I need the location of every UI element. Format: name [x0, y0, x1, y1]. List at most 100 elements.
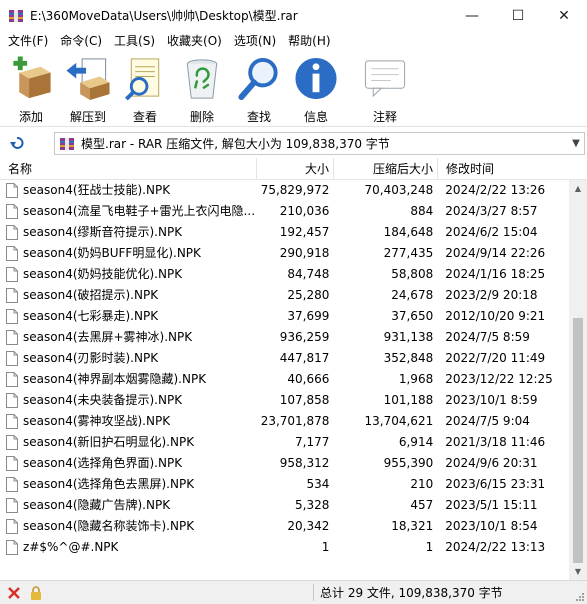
menu-options[interactable]: 选项(N): [228, 31, 282, 51]
file-row[interactable]: season4(缪斯音符提示).NPK 192,457 184,648 2024/6/…: [0, 222, 569, 243]
file-row[interactable]: z#$%^@#.NPK 1 1 2024/2/22 13:13: [0, 537, 569, 558]
file-name-cell[interactable]: season4(选择角色去黑屏).NPK: [0, 474, 257, 495]
file-name-cell[interactable]: season4(选择角色界面).NPK: [0, 453, 257, 474]
delete-icon: [186, 59, 218, 99]
file-row[interactable]: season4(奶妈BUFF明显化).NPK 290,918 277,435 2024…: [0, 243, 569, 264]
comment-button[interactable]: 注释: [358, 51, 412, 125]
resize-grip-icon[interactable]: [575, 592, 585, 602]
up-one-level-button[interactable]: [0, 130, 34, 156]
file-name: season4(隐藏名称装饰卡).NPK: [23, 519, 195, 533]
maximize-button[interactable]: ☐: [495, 0, 541, 31]
column-header-size[interactable]: 大小: [257, 157, 334, 180]
file-row[interactable]: season4(去黑屏+雾神冰).NPK 936,259 931,138 2024/7…: [0, 327, 569, 348]
rar-file-icon: [60, 137, 74, 150]
find-label: 查找: [246, 110, 271, 124]
file-row[interactable]: season4(奶妈技能优化).NPK 84,748 58,808 2024/1/16…: [0, 264, 569, 285]
scroll-up-icon[interactable]: ▲: [569, 180, 587, 197]
chevron-down-icon[interactable]: ▼: [568, 138, 584, 149]
menu-help[interactable]: 帮助(H): [282, 31, 336, 51]
file-name-cell[interactable]: season4(狂战士技能).NPK: [0, 180, 257, 201]
file-icon: [6, 225, 18, 240]
error-icon[interactable]: [6, 585, 22, 601]
lock-icon[interactable]: [28, 585, 44, 601]
file-name-cell[interactable]: season4(隐藏名称装饰卡).NPK: [0, 516, 257, 537]
file-name-cell[interactable]: season4(七彩暴走).NPK: [0, 306, 257, 327]
archive-info-text: 模型.rar - RAR 压缩文件, 解包大小为 109,838,370 字节: [81, 137, 390, 151]
file-size: 5,328: [295, 498, 330, 512]
file-row[interactable]: season4(隐藏名称装饰卡).NPK 20,342 18,321 2023/10/…: [0, 516, 569, 537]
file-row[interactable]: season4(刃影时装).NPK 447,817 352,848 2022/7/20…: [0, 348, 569, 369]
view-button[interactable]: 查看: [118, 51, 172, 125]
file-row[interactable]: season4(破招提示).NPK 25,280 24,678 2023/2/9 20…: [0, 285, 569, 306]
file-name-cell[interactable]: season4(破招提示).NPK: [0, 285, 257, 306]
file-modified: 2023/12/22 12:25: [445, 372, 553, 386]
minimize-button[interactable]: —: [449, 0, 495, 31]
file-size: 534: [306, 477, 330, 491]
file-name-cell[interactable]: season4(缪斯音符提示).NPK: [0, 222, 257, 243]
file-packed-size: 277,435: [383, 246, 434, 260]
file-modified: 2024/2/22 13:13: [445, 540, 546, 554]
file-name-cell[interactable]: season4(流星飞电鞋子+雷光上衣闪电隐...: [0, 201, 257, 222]
vertical-scrollbar[interactable]: ▲ ▼: [569, 180, 587, 580]
file-name-cell[interactable]: season4(去黑屏+雾神冰).NPK: [0, 327, 257, 348]
file-name-cell[interactable]: season4(新旧护石明显化).NPK: [0, 432, 257, 453]
scroll-down-icon[interactable]: ▼: [569, 563, 587, 580]
title-bar: E:\360MoveData\Users\帅帅\Desktop\模型.rar —…: [0, 0, 587, 31]
file-row[interactable]: season4(选择角色界面).NPK 958,312 955,390 2024/9/…: [0, 453, 569, 474]
file-icon: [6, 288, 18, 303]
close-button[interactable]: ✕: [541, 0, 587, 31]
info-icon: [295, 57, 337, 100]
file-row[interactable]: season4(狂战士技能).NPK 75,829,972 70,403,248 20…: [0, 180, 569, 201]
info-button[interactable]: 信息: [289, 51, 343, 125]
file-name-cell[interactable]: season4(刃影时装).NPK: [0, 348, 257, 369]
menu-favorites[interactable]: 收藏夹(O): [161, 31, 228, 51]
file-row[interactable]: season4(新旧护石明显化).NPK 7,177 6,914 2021/3/18 …: [0, 432, 569, 453]
add-button[interactable]: 添加: [4, 51, 58, 125]
file-name-cell[interactable]: z#$%^@#.NPK: [0, 537, 257, 558]
file-row[interactable]: season4(七彩暴走).NPK 37,699 37,650 2012/10/20 …: [0, 306, 569, 327]
minimize-icon: —: [465, 7, 479, 24]
file-row[interactable]: season4(流星飞电鞋子+雷光上衣闪电隐... 210,036 884 2024/…: [0, 201, 569, 222]
file-packed-size: 955,390: [383, 456, 434, 470]
archive-path-field[interactable]: 模型.rar - RAR 压缩文件, 解包大小为 109,838,370 字节 …: [54, 132, 585, 155]
file-row[interactable]: season4(未央装备提示).NPK 107,858 101,188 2023/10…: [0, 390, 569, 411]
file-icon: [6, 540, 18, 555]
file-row[interactable]: season4(隐藏广告牌).NPK 5,328 457 2023/5/1 15:11: [0, 495, 569, 516]
file-name-cell[interactable]: season4(隐藏广告牌).NPK: [0, 495, 257, 516]
file-name-cell[interactable]: season4(未央装备提示).NPK: [0, 390, 257, 411]
file-size: 20,342: [287, 519, 330, 533]
file-packed-size: 13,704,621: [364, 414, 434, 428]
file-modified: 2023/10/1 8:54: [445, 519, 538, 533]
file-packed-size: 931,138: [383, 330, 434, 344]
file-name-cell[interactable]: season4(奶妈BUFF明显化).NPK: [0, 243, 257, 264]
find-button[interactable]: 查找: [232, 51, 286, 125]
file-row[interactable]: season4(选择角色去黑屏).NPK 534 210 2023/6/15 23:3…: [0, 474, 569, 495]
scrollbar-thumb[interactable]: [573, 318, 583, 563]
file-packed-size: 184,648: [383, 225, 434, 239]
file-name-cell[interactable]: season4(神界副本烟雾隐藏).NPK: [0, 369, 257, 390]
file-name-cell[interactable]: season4(奶妈技能优化).NPK: [0, 264, 257, 285]
file-packed-size: 6,914: [398, 435, 434, 449]
menu-bar: 文件(F) 命令(C) 工具(S) 收藏夹(O) 选项(N) 帮助(H): [0, 31, 587, 51]
menu-tools[interactable]: 工具(S): [108, 31, 161, 51]
file-row[interactable]: season4(雾神攻坚战).NPK 23,701,878 13,704,621 20…: [0, 411, 569, 432]
view-label: 查看: [132, 110, 157, 124]
file-modified: 2024/6/2 15:04: [445, 225, 538, 239]
file-name: season4(选择角色界面).NPK: [23, 456, 183, 470]
file-row[interactable]: season4(神界副本烟雾隐藏).NPK 40,666 1,968 2023/12/…: [0, 369, 569, 390]
file-name: season4(隐藏广告牌).NPK: [23, 498, 171, 512]
extract-to-button[interactable]: 解压到: [61, 51, 115, 125]
comment-label: 注释: [372, 110, 397, 124]
file-modified: 2024/3/27 8:57: [445, 204, 538, 218]
delete-button[interactable]: 删除: [175, 51, 229, 125]
file-name-cell[interactable]: season4(雾神攻坚战).NPK: [0, 411, 257, 432]
file-icon: [6, 330, 18, 345]
column-header-name[interactable]: 名称: [0, 157, 257, 180]
file-size: 290,918: [279, 246, 330, 260]
column-header-packed[interactable]: 压缩后大小: [334, 157, 438, 180]
menu-file[interactable]: 文件(F): [2, 31, 54, 51]
column-header-modified[interactable]: 修改时间: [438, 158, 570, 180]
file-name: season4(奶妈BUFF明显化).NPK: [23, 246, 201, 260]
menu-commands[interactable]: 命令(C): [54, 31, 108, 51]
file-modified: 2023/6/15 23:31: [445, 477, 546, 491]
